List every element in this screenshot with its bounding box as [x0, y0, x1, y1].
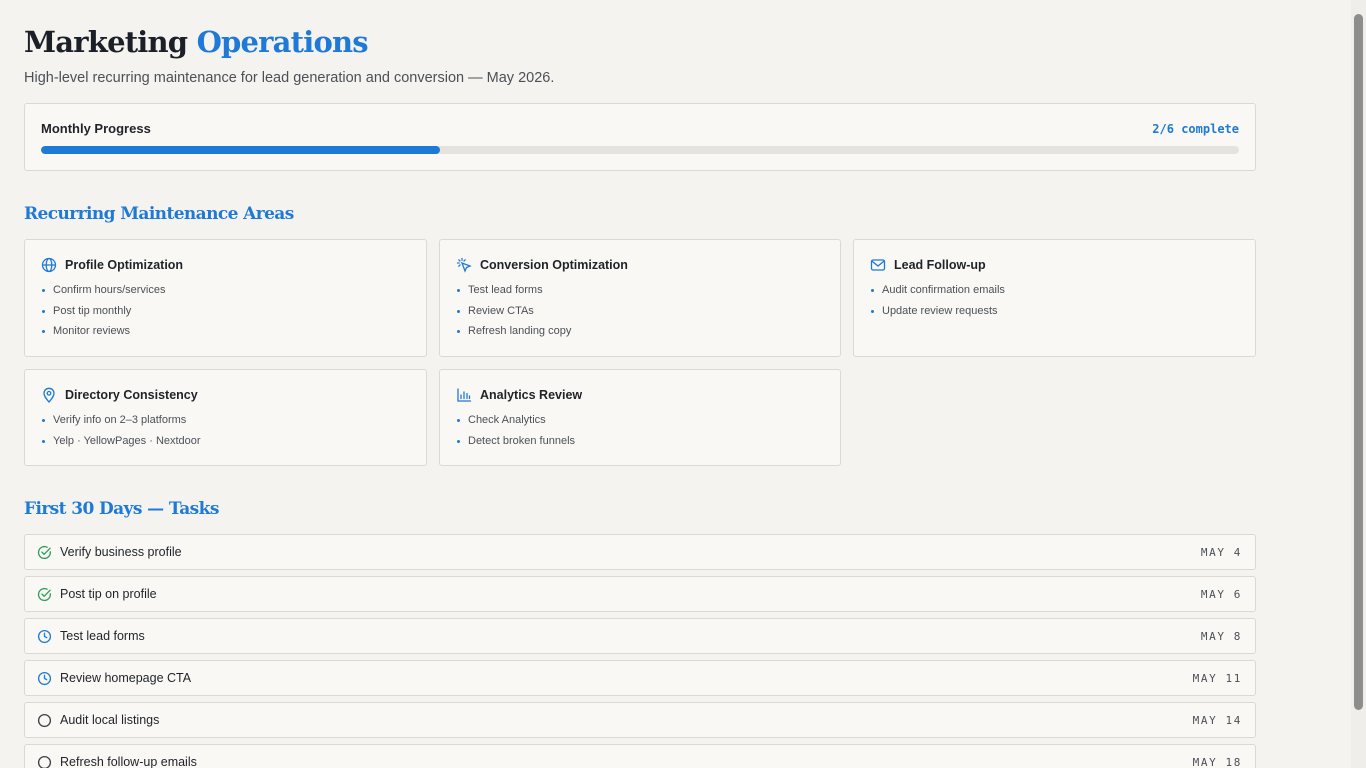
scrollbar-thumb[interactable] [1354, 14, 1363, 710]
card-title: Profile Optimization [65, 258, 184, 272]
card-item-list: Audit confirmation emails Update review … [870, 282, 1239, 323]
monthly-progress-card: Monthly Progress 2/6 complete [24, 103, 1256, 171]
page-title-main: Marketing [24, 25, 188, 59]
map-pin-icon [43, 387, 55, 403]
card-directory-consistency: Directory Consistency Verify info on 2–3… [24, 369, 427, 466]
task-label: Refresh follow-up emails [60, 755, 197, 768]
card-profile-optimization: Profile Optimization Confirm hours/servi… [24, 239, 427, 357]
card-item: Confirm hours/services [41, 282, 410, 303]
task-row[interactable]: Audit local listings MAY 14 [24, 702, 1256, 738]
circle-icon[interactable] [37, 755, 52, 768]
card-item-list: Confirm hours/services Post tip monthly … [41, 282, 410, 344]
card-item: Monitor reviews [41, 323, 410, 344]
task-label: Post tip on profile [60, 587, 157, 601]
task-label: Audit local listings [60, 713, 160, 727]
card-item: Refresh landing copy [456, 323, 824, 344]
check-circle-icon[interactable] [37, 545, 52, 560]
task-date: MAY 14 [1192, 713, 1242, 727]
card-item: Review CTAs [456, 303, 824, 324]
task-row[interactable]: Post tip on profile MAY 6 [24, 576, 1256, 612]
card-item: Yelp · YellowPages · Nextdoor [41, 433, 410, 454]
task-row[interactable]: Refresh follow-up emails MAY 18 [24, 744, 1256, 768]
page: Marketing Operations High-level recurrin… [24, 0, 1256, 768]
task-date: MAY 8 [1200, 629, 1242, 643]
task-row[interactable]: Verify business profile MAY 4 [24, 534, 1256, 570]
page-title: Marketing Operations [24, 25, 1256, 59]
card-item: Verify info on 2–3 platforms [41, 412, 410, 433]
tasks-heading: First 30 Days — Tasks [24, 499, 219, 519]
task-date: MAY 4 [1200, 545, 1242, 559]
task-label: Review homepage CTA [60, 671, 192, 685]
task-date: MAY 6 [1200, 587, 1242, 601]
card-item-list: Test lead forms Review CTAs Refresh land… [456, 282, 824, 344]
card-item: Update review requests [870, 303, 1239, 324]
card-title: Directory Consistency [65, 388, 198, 402]
card-conversion-optimization: Conversion Optimization Test lead forms … [439, 239, 841, 357]
cursor-click-icon [456, 257, 472, 273]
card-item-list: Verify info on 2–3 platforms Yelp · Yell… [41, 412, 410, 453]
card-item-list: Check Analytics Detect broken funnels [456, 412, 824, 453]
card-item: Test lead forms [456, 282, 824, 303]
card-lead-follow-up: Lead Follow-up Audit confirmation emails… [853, 239, 1256, 357]
progress-fill [41, 146, 441, 154]
task-list: Verify business profile MAY 4 Post tip o… [24, 534, 1256, 768]
task-date: MAY 11 [1192, 671, 1242, 685]
card-item: Post tip monthly [41, 303, 410, 324]
card-title: Analytics Review [480, 388, 583, 402]
task-row[interactable]: Review homepage CTA MAY 11 [24, 660, 1256, 696]
task-date: MAY 18 [1192, 755, 1242, 768]
page-title-accent: Operations [196, 25, 369, 59]
check-circle-icon[interactable] [37, 587, 52, 602]
card-title: Conversion Optimization [480, 258, 628, 272]
globe-icon [41, 257, 57, 273]
maintenance-heading: Recurring Maintenance Areas [24, 204, 294, 224]
bar-chart-icon [457, 388, 472, 402]
card-item: Audit confirmation emails [870, 282, 1239, 303]
maintenance-grid: Profile Optimization Confirm hours/servi… [24, 239, 1256, 466]
card-analytics-review: Analytics Review Check Analytics Detect … [439, 369, 841, 466]
task-row[interactable]: Test lead forms MAY 8 [24, 618, 1256, 654]
clock-icon[interactable] [37, 629, 52, 644]
mail-icon [870, 259, 886, 271]
task-label: Verify business profile [60, 545, 182, 559]
task-label: Test lead forms [60, 629, 145, 643]
page-subtitle: High-level recurring maintenance for lea… [24, 70, 555, 86]
progress-label: Monthly Progress [41, 121, 151, 136]
card-item: Check Analytics [456, 412, 824, 433]
circle-icon[interactable] [37, 713, 52, 728]
card-item: Detect broken funnels [456, 433, 824, 454]
progress-track [41, 146, 1239, 154]
clock-icon[interactable] [37, 671, 52, 686]
card-title: Lead Follow-up [894, 258, 986, 272]
progress-count: 2/6 complete [1152, 122, 1239, 136]
vertical-scrollbar[interactable] [1351, 0, 1366, 768]
